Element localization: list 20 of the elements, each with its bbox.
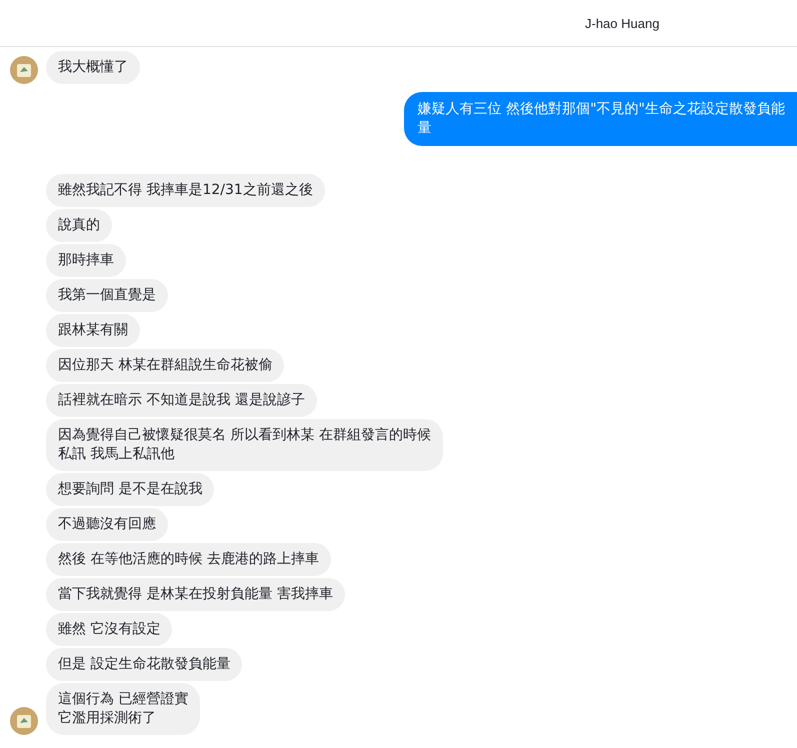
received-message: 因為覺得自己被懷疑很莫名 所以看到林某 在群組發言的時候 私訊 我馬上私訊他 xyxy=(46,419,443,471)
received-message: 但是 設定生命花散發負能量 xyxy=(46,648,242,681)
received-message: 不過聽沒有回應 xyxy=(46,508,168,541)
sent-message: 嫌疑人有三位 然後他對那個"不見的"生命之花設定散發負能 量 xyxy=(404,92,797,146)
received-message: 然後 在等他活應的時候 去鹿港的路上摔車 xyxy=(46,543,331,576)
received-message: 因位那天 林某在群組說生命花被偷 xyxy=(46,349,284,382)
received-message: 當下我就覺得 是林某在投射負能量 害我摔車 xyxy=(46,578,345,611)
received-message: 話裡就在暗示 不知道是說我 還是說諺子 xyxy=(46,384,317,417)
received-message: 雖然我記不得 我摔車是12/31之前還之後 xyxy=(46,174,325,207)
received-message: 我大概懂了 xyxy=(46,51,140,84)
avatar[interactable] xyxy=(10,707,38,735)
contact-name: J-hao Huang xyxy=(585,16,660,30)
avatar[interactable] xyxy=(10,56,38,84)
received-message: 說真的 xyxy=(46,209,112,242)
received-message: 這個行為 已經營證實 它濫用採測術了 xyxy=(46,683,200,735)
received-message: 我第一個直覺是 xyxy=(46,279,168,312)
received-message: 雖然 它沒有設定 xyxy=(46,613,172,646)
received-message: 想要詢問 是不是在說我 xyxy=(46,473,214,506)
received-message: 那時摔車 xyxy=(46,244,126,277)
received-message: 跟林某有關 xyxy=(46,314,140,347)
